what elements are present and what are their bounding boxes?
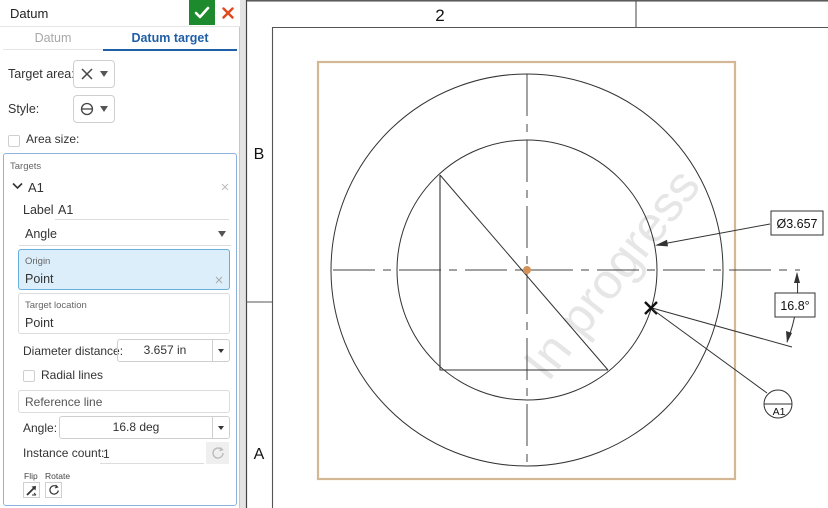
instance-count-input[interactable]: 1 bbox=[100, 442, 204, 464]
angle-arrowhead-bottom bbox=[786, 331, 792, 343]
circle-bar-icon bbox=[80, 102, 94, 116]
angle-arrowhead-top bbox=[794, 272, 800, 283]
flip-label: Flip bbox=[24, 471, 38, 481]
diameter-distance-dropdown[interactable] bbox=[212, 340, 229, 361]
angle-dimension-text: 16.8° bbox=[780, 299, 809, 313]
style-select[interactable] bbox=[73, 95, 115, 123]
target-location-value: Point bbox=[25, 316, 54, 330]
panel-title: Datum bbox=[10, 6, 49, 21]
origin-point[interactable] bbox=[523, 266, 531, 274]
chevron-down-icon bbox=[100, 106, 108, 112]
label-value: A1 bbox=[58, 203, 74, 217]
remove-target-icon[interactable] bbox=[221, 183, 229, 191]
angle-input[interactable]: 16.8 deg bbox=[59, 416, 230, 439]
drawing-canvas[interactable]: 2 B A In progress Ø3.657 16.8° A1 bbox=[240, 0, 828, 508]
datum-target-x-marker[interactable] bbox=[644, 301, 658, 315]
target-area-select[interactable] bbox=[73, 60, 115, 88]
chevron-down-icon bbox=[218, 425, 224, 430]
tab-datum-target[interactable]: Datum target bbox=[103, 28, 237, 51]
instance-count-value: 1 bbox=[103, 447, 110, 461]
in-progress-watermark: In progress bbox=[513, 158, 711, 390]
zone-label-a: A bbox=[254, 446, 265, 463]
diameter-dimension-text: Ø3.657 bbox=[776, 217, 817, 231]
origin-value: Point bbox=[25, 272, 54, 286]
refresh-icon bbox=[211, 447, 224, 459]
zone-label-2: 2 bbox=[435, 6, 444, 25]
angle-label: Angle: bbox=[23, 421, 58, 435]
reference-line-field[interactable]: Reference line bbox=[18, 390, 230, 413]
rotate-icon bbox=[48, 484, 59, 495]
diameter-distance-input[interactable]: 3.657 in bbox=[117, 339, 230, 362]
target-area-label: Target area: bbox=[8, 67, 75, 81]
angle-value: 16.8 deg bbox=[112, 420, 160, 434]
panel-splitter[interactable] bbox=[240, 0, 246, 508]
cancel-button[interactable] bbox=[218, 0, 238, 25]
target-mode-select[interactable]: Angle bbox=[19, 222, 231, 246]
chevron-down-icon[interactable] bbox=[12, 182, 23, 190]
cross-x-icon bbox=[81, 68, 93, 80]
target-location-field[interactable]: Target location Point bbox=[18, 293, 230, 334]
reference-line-placeholder: Reference line bbox=[25, 395, 103, 409]
flip-arrow-icon bbox=[26, 485, 37, 496]
target-item-name[interactable]: A1 bbox=[28, 180, 44, 195]
angle-extension-line bbox=[651, 307, 793, 348]
area-size-label: Area size: bbox=[26, 132, 80, 146]
diameter-distance-value: 3.657 in bbox=[143, 343, 187, 357]
label-input[interactable]: A1 bbox=[55, 198, 229, 220]
datum-feature-panel: Datum Datum Datum target Target area: St… bbox=[0, 0, 240, 508]
close-x-icon bbox=[222, 6, 234, 19]
chevron-down-icon bbox=[218, 348, 224, 353]
target-mode-value: Angle bbox=[25, 227, 57, 241]
label-caption: Label bbox=[23, 203, 54, 217]
panel-titlebar: Datum bbox=[0, 0, 240, 27]
target-location-caption: Target location bbox=[25, 300, 87, 311]
refresh-button[interactable] bbox=[206, 442, 229, 464]
rotate-label: Rotate bbox=[45, 471, 71, 481]
datum-target-label: A1 bbox=[773, 406, 786, 418]
diameter-distance-label: Diameter distance: bbox=[23, 344, 124, 358]
drawing-sheet[interactable]: 2 B A In progress Ø3.657 16.8° A1 bbox=[240, 0, 828, 508]
confirm-button[interactable] bbox=[189, 0, 215, 25]
tab-datum[interactable]: Datum bbox=[3, 28, 103, 50]
datum-target-leader bbox=[651, 308, 768, 394]
flip-button[interactable] bbox=[23, 482, 40, 498]
clear-selection-icon[interactable] bbox=[215, 276, 223, 284]
panel-tabs: Datum Datum target bbox=[3, 28, 237, 51]
radial-lines-checkbox[interactable] bbox=[23, 370, 35, 382]
checkmark-icon bbox=[194, 6, 210, 18]
origin-caption: Origin bbox=[25, 256, 51, 267]
rotate-button[interactable] bbox=[45, 482, 62, 498]
targets-header: Targets bbox=[10, 161, 42, 172]
zone-label-b: B bbox=[254, 146, 265, 163]
angle-dropdown[interactable] bbox=[212, 417, 229, 438]
chevron-down-icon bbox=[218, 231, 226, 237]
origin-selection-field[interactable]: Origin Point bbox=[18, 249, 230, 290]
style-label: Style: bbox=[8, 102, 40, 116]
radial-lines-label: Radial lines bbox=[41, 368, 104, 382]
chevron-down-icon bbox=[100, 71, 108, 77]
area-size-checkbox[interactable] bbox=[8, 135, 20, 147]
instance-count-label: Instance count: bbox=[23, 446, 105, 460]
